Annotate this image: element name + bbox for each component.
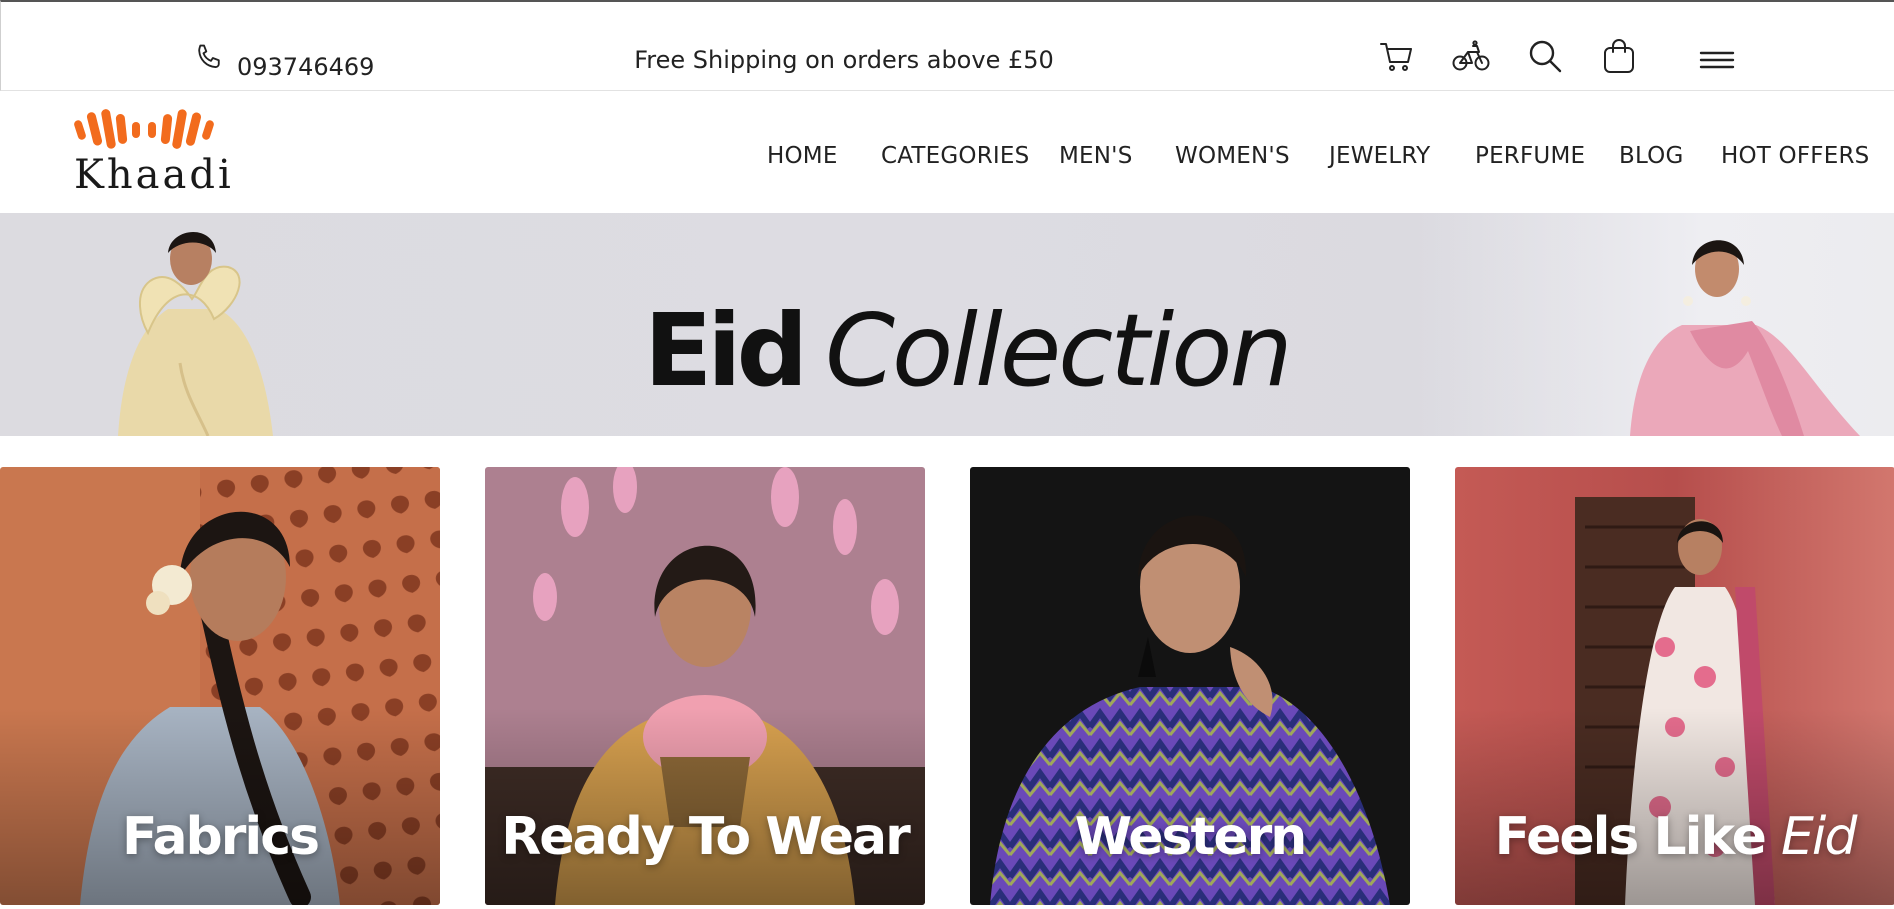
top-utility-bar: 093746469 Free Shipping on orders above … [0,0,1894,91]
tile-label-western: Western [1074,807,1308,867]
banner-title-light: Collection [825,292,1293,409]
nav-item-mens[interactable]: MEN'S [1059,143,1133,169]
search-icon[interactable] [1525,36,1565,76]
tile-label-feels-like-eid: Feels Like Eid [1455,807,1894,867]
cart-icon[interactable] [1377,36,1417,76]
hamburger-menu-icon[interactable] [1697,40,1737,80]
phone-icon [191,42,225,80]
nav-item-perfume[interactable]: PERFUME [1475,143,1585,169]
main-navigation: HOME CATEGORIES MEN'S WOMEN'S JEWELRY PE… [0,143,1894,173]
category-tile-western[interactable]: Western [970,467,1410,905]
phone-contact-link[interactable]: 093746469 [191,42,375,81]
eid-collection-banner[interactable]: Eid Collection [0,213,1894,436]
nav-item-jewelry[interactable]: JEWELRY [1329,143,1430,169]
page: 093746469 Free Shipping on orders above … [0,0,1894,909]
nav-item-home[interactable]: HOME [767,143,838,169]
tile-label-feels-like: Feels Like [1494,807,1767,867]
category-tile-ready-to-wear[interactable]: Ready To Wear [485,467,925,905]
free-shipping-notice: Free Shipping on orders above £50 [634,46,1054,74]
tile-label-fabrics: Fabrics [121,807,320,867]
nav-item-categories[interactable]: CATEGORIES [881,143,1029,169]
nav-item-womens[interactable]: WOMEN'S [1175,143,1290,169]
phone-number: 093746469 [237,53,375,81]
tile-label-ready-to-wear: Ready To Wear [501,807,911,867]
category-tile-feels-like-eid[interactable]: Feels Like Eid [1455,467,1894,905]
shopping-bag-icon[interactable] [1599,36,1639,76]
banner-title: Eid Collection [644,291,1293,411]
banner-model-right-image [1630,240,1860,436]
banner-model-left-image [118,231,273,436]
tile-label-eid: Eid [1781,807,1857,867]
category-tile-fabrics[interactable]: Fabrics [0,467,440,905]
bicycle-icon[interactable] [1451,36,1491,76]
nav-item-blog[interactable]: BLOG [1619,143,1684,169]
nav-item-hot-offers[interactable]: HOT OFFERS [1721,143,1869,169]
banner-title-bold: Eid [644,292,808,409]
